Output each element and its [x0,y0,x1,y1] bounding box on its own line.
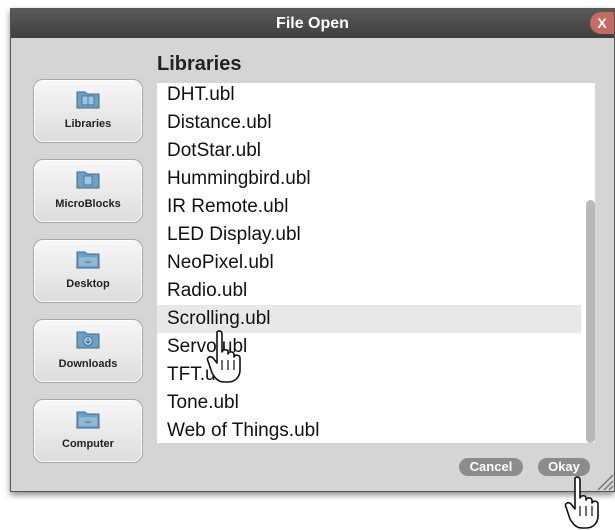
location-label: Computer [62,438,114,450]
location-desktop-button[interactable]: Desktop [33,239,143,303]
file-list[interactable]: DHT.ubl Distance.ubl DotStar.ubl Humming… [157,83,595,443]
file-list-item[interactable]: Web of Things.ubl [167,417,319,443]
location-computer-button[interactable]: Computer [33,399,143,463]
dialog-title: File Open [276,15,349,32]
folder-heading: Libraries [157,53,242,75]
location-label: MicroBlocks [55,198,121,210]
computer-folder-icon [76,411,100,429]
dialog-title-bar[interactable]: File Open X [11,9,614,38]
location-downloads-button[interactable]: Downloads [33,319,143,383]
downloads-folder-icon [76,331,100,349]
file-list-item[interactable]: NeoPixel.ubl [167,249,274,277]
location-label: Libraries [64,118,112,130]
file-list-item[interactable]: IR Remote.ubl [167,193,288,221]
location-label: Downloads [58,358,118,370]
file-list-item[interactable]: Tone.ubl [167,389,239,417]
file-list-scrollbar[interactable] [586,200,595,443]
location-libraries-button[interactable]: Libraries [33,79,143,143]
file-list-item[interactable]: DotStar.ubl [167,137,261,165]
cancel-button[interactable]: Cancel [459,458,523,476]
file-list-item[interactable]: LED Display.ubl [167,221,301,249]
file-open-dialog: File Open X Libraries Libraries MicroBlo… [10,8,615,492]
desktop-folder-icon [76,251,100,269]
file-list-item[interactable]: Hummingbird.ubl [167,165,311,193]
file-list-item[interactable]: Distance.ubl [167,109,272,137]
hand-cursor-icon [564,476,599,529]
microblocks-folder-icon [76,171,100,189]
file-list-item[interactable]: DHT.ubl [167,83,235,109]
location-microblocks-button[interactable]: MicroBlocks [33,159,143,223]
book-folder-icon [76,91,100,109]
close-button[interactable]: X [590,12,614,34]
hand-cursor-icon [206,330,241,383]
file-list-item[interactable]: Radio.ubl [167,277,247,305]
location-label: Desktop [66,278,110,290]
